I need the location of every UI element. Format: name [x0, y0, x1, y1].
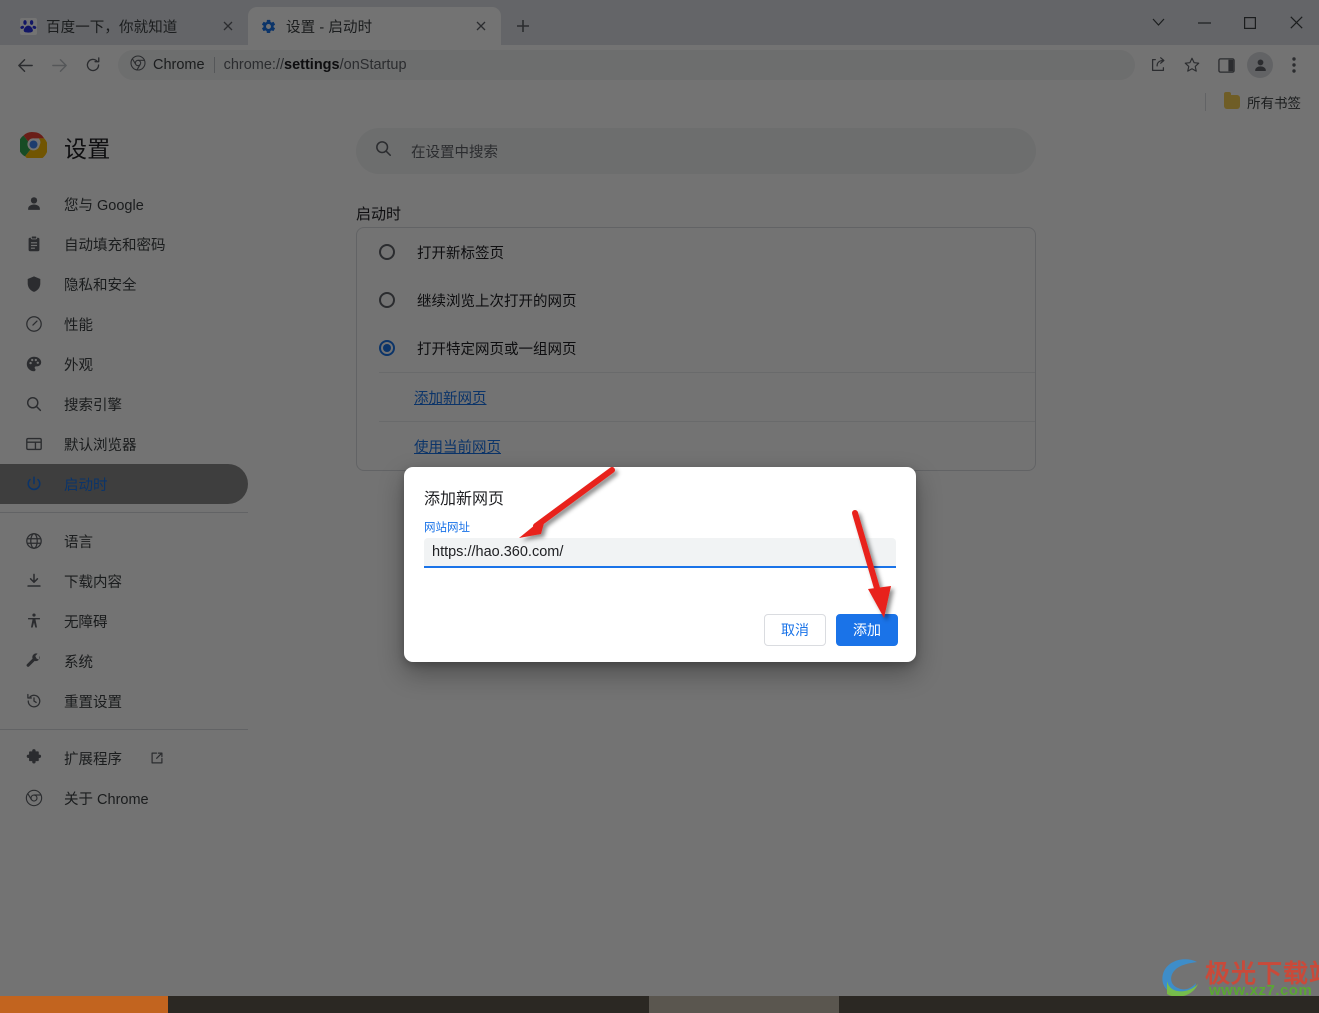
site-url-label: 网站网址 [424, 522, 470, 534]
taskbar-segment-grey [648, 996, 839, 1013]
site-url-input[interactable] [424, 538, 896, 568]
add-button[interactable]: 添加 [836, 614, 898, 646]
cancel-button[interactable]: 取消 [764, 614, 826, 646]
taskbar-segment-orange [0, 996, 168, 1013]
dialog-title: 添加新网页 [424, 491, 505, 508]
watermark-logo-icon [1162, 959, 1198, 997]
taskbar-sliver [0, 996, 1319, 1013]
taskbar-segment-dark-2 [838, 996, 1319, 1013]
add-new-page-dialog: 添加新网页 网站网址 取消 添加 [404, 467, 916, 662]
browser-window: 百度一下，你就知道 设置 - 启动时 [0, 0, 1319, 1013]
dialog-actions: 取消 添加 [764, 614, 898, 646]
taskbar-segment-dark [168, 996, 649, 1013]
